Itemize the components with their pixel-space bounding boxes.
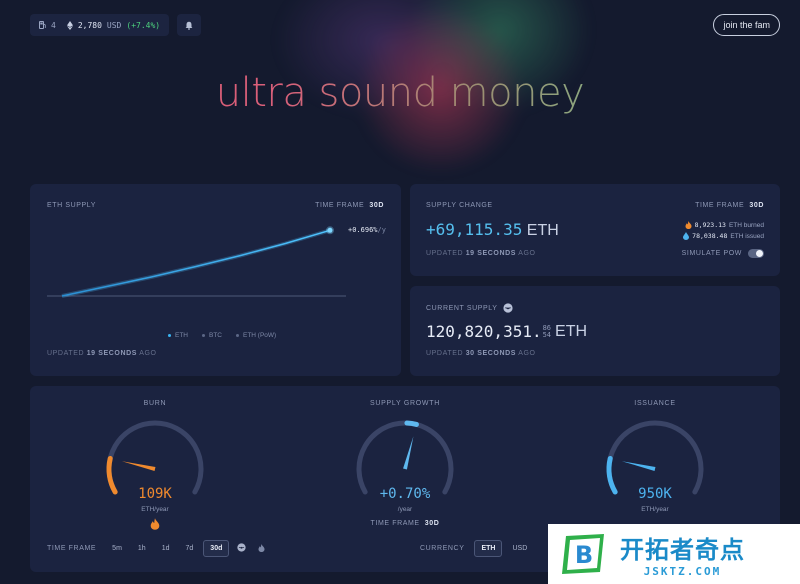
watermark-logo: B bbox=[560, 532, 608, 576]
watermark-logo-letter: B bbox=[575, 541, 593, 569]
burn-value: 109K bbox=[138, 486, 172, 502]
supply-change-value: +69,115.35 ETH bbox=[426, 220, 559, 239]
fire-icon bbox=[685, 221, 692, 229]
timeframe-options: 5m 1h 1d 7d 30d bbox=[106, 540, 269, 557]
bat-icon bbox=[502, 303, 513, 313]
burned-row: 8,923.13 ETH burned bbox=[685, 221, 764, 229]
simulate-pow-switch[interactable] bbox=[748, 249, 764, 258]
current-supply-header: CURRENT SUPPLY bbox=[426, 303, 513, 313]
currency-option-eth[interactable]: ETH bbox=[474, 540, 503, 557]
current-supply-decimals: 86 54 bbox=[542, 323, 552, 339]
legend-item-eth[interactable]: ETH bbox=[168, 332, 188, 339]
timeframe-label: TIME FRAME bbox=[315, 202, 365, 209]
gas-pump-icon bbox=[39, 21, 46, 29]
timeframe-selector: TIME FRAME 5m 1h 1d 7d 30d bbox=[47, 540, 269, 557]
burn-gauge: BURN 109K ETH/year bbox=[85, 400, 225, 540]
burn-unit: ETH/year bbox=[141, 506, 169, 513]
join-the-fam-button[interactable]: join the fam bbox=[713, 14, 780, 36]
timeframe-option-1d[interactable]: 1d bbox=[156, 541, 176, 556]
timeframe-value: 30d bbox=[369, 202, 384, 209]
legend-item-eth-pow[interactable]: ETH (PoW) bbox=[236, 332, 276, 339]
chart-end-annotation: +0.696%/y bbox=[348, 226, 386, 234]
fire-icon bbox=[258, 543, 265, 552]
watermark-cn: 开拓者奇点 bbox=[620, 536, 745, 564]
site-watermark: B 开拓者奇点 JSKTZ.COM bbox=[548, 524, 800, 584]
supply-growth-unit: /year bbox=[397, 506, 413, 513]
issuance-gauge: ISSUANCE 950K ETH/year bbox=[585, 400, 725, 540]
burn-fire-icon bbox=[150, 518, 160, 530]
current-supply-card: CURRENT SUPPLY 120,820,351. 86 54 ETH UP… bbox=[410, 286, 780, 376]
hero-title: ultra sound money bbox=[0, 70, 800, 116]
supply-growth-value: +0.70% bbox=[379, 486, 431, 502]
burn-gauge-track bbox=[106, 420, 204, 495]
issuance-unit: ETH/year bbox=[641, 506, 669, 513]
timeframe-option-since-burn[interactable] bbox=[254, 541, 269, 557]
eth-supply-card: ETH SUPPLY TIME FRAME 30d +0.696%/y ETH … bbox=[30, 184, 401, 376]
supply-change-updated: UPDATED 19 SECONDS AGO bbox=[426, 250, 536, 257]
simulate-pow-toggle[interactable]: SIMULATE PoW bbox=[682, 249, 764, 258]
legend-item-btc[interactable]: BTC bbox=[202, 332, 222, 339]
supply-growth-timeframe[interactable]: TIME FRAME 30d bbox=[335, 520, 475, 527]
watermark-logo-graphic: B bbox=[562, 534, 604, 574]
chart-end-suffix: /y bbox=[377, 226, 386, 234]
supply-change-card: SUPPLY CHANGE TIME FRAME 30d +69,115.35 … bbox=[410, 184, 780, 276]
droplet-icon bbox=[683, 232, 690, 240]
timeframe-option-1h[interactable]: 1h bbox=[132, 541, 152, 556]
eth-price-unit: USD bbox=[106, 20, 122, 30]
alarm-button[interactable] bbox=[177, 14, 202, 36]
issuance-title: ISSUANCE bbox=[634, 400, 676, 407]
timeframe-option-since-merge[interactable] bbox=[233, 540, 250, 557]
eth-supply-timeframe[interactable]: TIME FRAME 30d bbox=[315, 202, 384, 209]
eth-series-glow bbox=[61, 228, 331, 298]
burn-gauge-needle bbox=[121, 461, 156, 471]
supply-change-timeframe[interactable]: TIME FRAME 30d bbox=[695, 202, 764, 209]
supply-growth-title: SUPPLY GROWTH bbox=[370, 400, 440, 407]
issuance-gauge-needle bbox=[621, 461, 656, 471]
chart-end-value: +0.696% bbox=[348, 226, 378, 234]
burn-title: BURN bbox=[143, 400, 167, 407]
eth-supply-chart bbox=[47, 226, 346, 298]
gas-value: 4 bbox=[51, 20, 56, 30]
top-bar: 4 2,780 USD (+7.4%) bbox=[30, 14, 202, 36]
current-supply-value: 120,820,351. 86 54 ETH bbox=[426, 322, 588, 341]
currency-selector: CURRENCY ETH USD bbox=[420, 540, 533, 557]
chart-legend: ETH BTC ETH (PoW) bbox=[168, 332, 276, 339]
supply-growth-gauge-needle bbox=[403, 436, 414, 470]
eth-icon bbox=[66, 20, 73, 30]
supply-change-label: SUPPLY CHANGE bbox=[426, 202, 493, 209]
issuance-gauge-track bbox=[606, 420, 704, 495]
eth-supply-label: ETH SUPPLY bbox=[47, 202, 97, 209]
eth-supply-updated: UPDATED 19 SECONDS AGO bbox=[47, 350, 157, 357]
bat-icon bbox=[237, 543, 246, 552]
bell-icon bbox=[185, 21, 193, 30]
eth-price: 2,780 bbox=[77, 20, 102, 30]
timeframe-option-7d[interactable]: 7d bbox=[180, 541, 200, 556]
supply-growth-gauge-fill bbox=[404, 420, 419, 427]
currency-option-usd[interactable]: USD bbox=[506, 541, 533, 556]
supply-growth-gauge: SUPPLY GROWTH +0.70% /year TIME FRAME 30… bbox=[335, 400, 475, 540]
eth-series-end-point bbox=[326, 226, 334, 235]
watermark-en: JSKTZ.COM bbox=[643, 565, 722, 578]
watermark-text: 开拓者奇点 JSKTZ.COM bbox=[620, 530, 745, 578]
issued-row: 78,038.48 ETH issued bbox=[683, 232, 764, 240]
timeframe-option-30d[interactable]: 30d bbox=[203, 540, 230, 557]
timeframe-option-5m[interactable]: 5m bbox=[106, 541, 128, 556]
currency-options: ETH USD bbox=[474, 540, 533, 557]
current-supply-updated: UPDATED 30 SECONDS AGO bbox=[426, 350, 536, 357]
price-pill[interactable]: 4 2,780 USD (+7.4%) bbox=[30, 14, 170, 36]
eth-price-change: (+7.4%) bbox=[126, 20, 161, 30]
supply-growth-gauge-track bbox=[356, 420, 454, 495]
issuance-value: 950K bbox=[638, 486, 672, 502]
